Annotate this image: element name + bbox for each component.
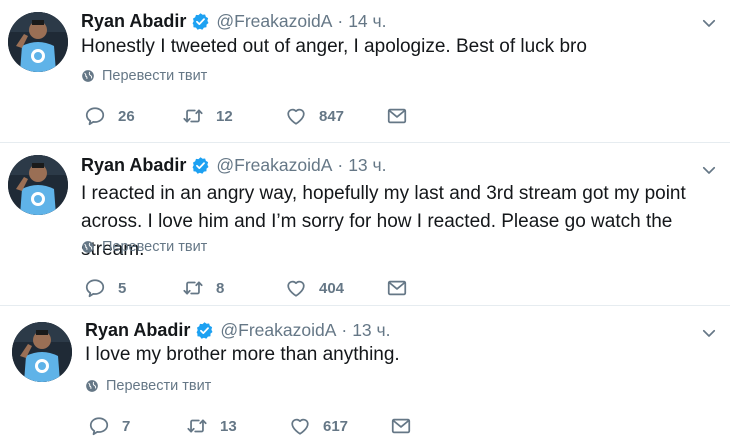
reply-button[interactable]: 7 <box>88 415 130 437</box>
reply-button[interactable]: 26 <box>84 105 135 127</box>
heart-icon <box>287 108 305 125</box>
author-handle[interactable]: @FreakazoidA <box>216 155 332 176</box>
reply-icon <box>89 417 109 436</box>
author-handle[interactable]: @FreakazoidA <box>216 11 332 32</box>
like-count: 404 <box>319 279 345 297</box>
tweet[interactable]: Ryan Abadir @FreakazoidA · 14 ч. Honestl… <box>0 0 730 143</box>
translate-label: Перевести твит <box>102 239 208 255</box>
retweet-button[interactable]: 12 <box>182 105 233 127</box>
tweet-timestamp[interactable]: 13 ч. <box>352 320 390 341</box>
like-button[interactable]: 404 <box>285 277 344 299</box>
globe-icon <box>86 380 98 392</box>
verified-badge-icon <box>196 321 213 339</box>
reply-button[interactable]: 5 <box>84 277 126 299</box>
like-count: 617 <box>323 417 349 435</box>
direct-message-button[interactable] <box>386 105 408 127</box>
chevron-down-icon[interactable] <box>700 161 718 179</box>
retweet-icon <box>183 109 203 123</box>
tweet-timestamp[interactable]: 14 ч. <box>348 11 386 32</box>
retweet-icon <box>183 281 203 295</box>
avatar[interactable] <box>12 322 72 382</box>
retweet-button[interactable]: 13 <box>186 415 237 437</box>
reply-count: 5 <box>118 279 127 297</box>
avatar-image <box>12 322 72 382</box>
translate-label: Перевести твит <box>102 68 208 84</box>
direct-message-button[interactable] <box>390 415 412 437</box>
like-count: 847 <box>319 107 345 125</box>
separator-dot: · <box>337 154 344 175</box>
tweet-timestamp[interactable]: 13 ч. <box>348 155 386 176</box>
chevron-down-icon[interactable] <box>700 14 718 32</box>
like-button[interactable]: 617 <box>289 415 348 437</box>
reply-icon <box>85 107 105 126</box>
retweet-icon <box>187 419 207 433</box>
reply-count: 7 <box>122 417 131 435</box>
tweet[interactable]: Ryan Abadir @FreakazoidA · 13 ч. I react… <box>0 143 730 306</box>
author-name[interactable]: Ryan Abadir <box>81 11 186 32</box>
author-name[interactable]: Ryan Abadir <box>85 320 190 341</box>
retweet-count: 13 <box>220 417 237 435</box>
envelope-icon <box>387 280 407 296</box>
verified-badge-icon <box>192 12 209 30</box>
avatar[interactable] <box>8 155 68 215</box>
retweet-count: 8 <box>216 279 225 297</box>
translate-label: Перевести твит <box>106 378 212 394</box>
retweet-count: 12 <box>216 107 233 125</box>
separator-dot: · <box>337 10 344 31</box>
globe-icon <box>82 70 94 82</box>
translate-tweet-link[interactable]: Перевести твит <box>81 68 207 84</box>
direct-message-button[interactable] <box>386 277 408 299</box>
globe-icon <box>82 241 94 253</box>
tweet[interactable]: Ryan Abadir @FreakazoidA · 13 ч. I love … <box>0 306 730 443</box>
author-name[interactable]: Ryan Abadir <box>81 155 186 176</box>
envelope-icon <box>387 108 407 124</box>
separator-dot: · <box>341 319 348 340</box>
verified-badge-icon <box>192 156 209 174</box>
author-handle[interactable]: @FreakazoidA <box>220 320 336 341</box>
avatar-image <box>8 155 68 215</box>
like-button[interactable]: 847 <box>285 105 344 127</box>
avatar-image <box>8 12 68 72</box>
heart-icon <box>291 418 309 435</box>
tweet-text: Honestly I tweeted out of anger, I apolo… <box>81 36 587 57</box>
reply-icon <box>85 279 105 298</box>
translate-tweet-link[interactable]: Перевести твит <box>85 378 211 394</box>
heart-icon <box>287 280 305 297</box>
tweet-text: I love my brother more than anything. <box>85 344 400 365</box>
chevron-down-icon[interactable] <box>700 324 718 342</box>
avatar[interactable] <box>8 12 68 72</box>
envelope-icon <box>391 418 411 434</box>
translate-tweet-link[interactable]: Перевести твит <box>81 239 207 255</box>
retweet-button[interactable]: 8 <box>182 277 224 299</box>
reply-count: 26 <box>118 107 135 125</box>
